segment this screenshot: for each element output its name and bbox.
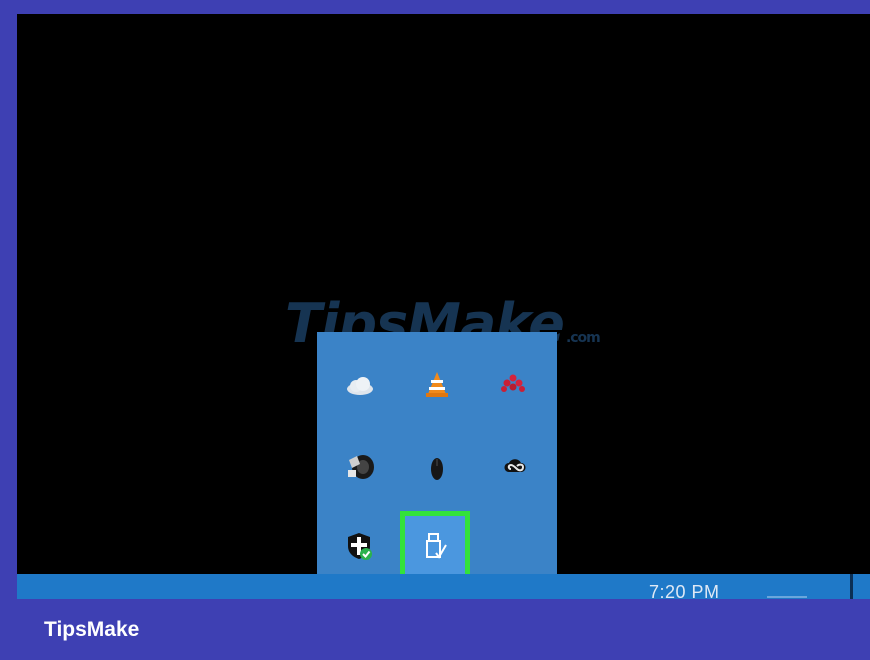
safely-remove-hardware-icon[interactable] [405, 516, 465, 576]
desktop-screen: TipsMake .com 7:20 PM [17, 14, 870, 599]
taskbar-indicator [767, 596, 807, 598]
footer-brand: TipsMake [44, 618, 140, 641]
mouse-icon[interactable] [407, 438, 467, 498]
windows-security-icon[interactable] [329, 516, 389, 576]
onedrive-cloud-icon[interactable] [330, 356, 390, 416]
speaker-audio-icon[interactable] [331, 436, 391, 496]
taskbar-show-desktop-edge[interactable] [850, 574, 853, 599]
watermark-suffix: .com [565, 330, 601, 346]
taskbar [17, 574, 870, 599]
vlc-cone-icon[interactable] [407, 354, 467, 414]
dots-app-icon[interactable] [483, 354, 543, 414]
creative-cloud-icon[interactable] [485, 436, 545, 496]
taskbar-clock[interactable]: 7:20 PM [649, 582, 720, 599]
image-frame: TipsMake .com 7:20 PM TipsMake [0, 0, 870, 660]
system-tray-overflow [317, 332, 557, 599]
